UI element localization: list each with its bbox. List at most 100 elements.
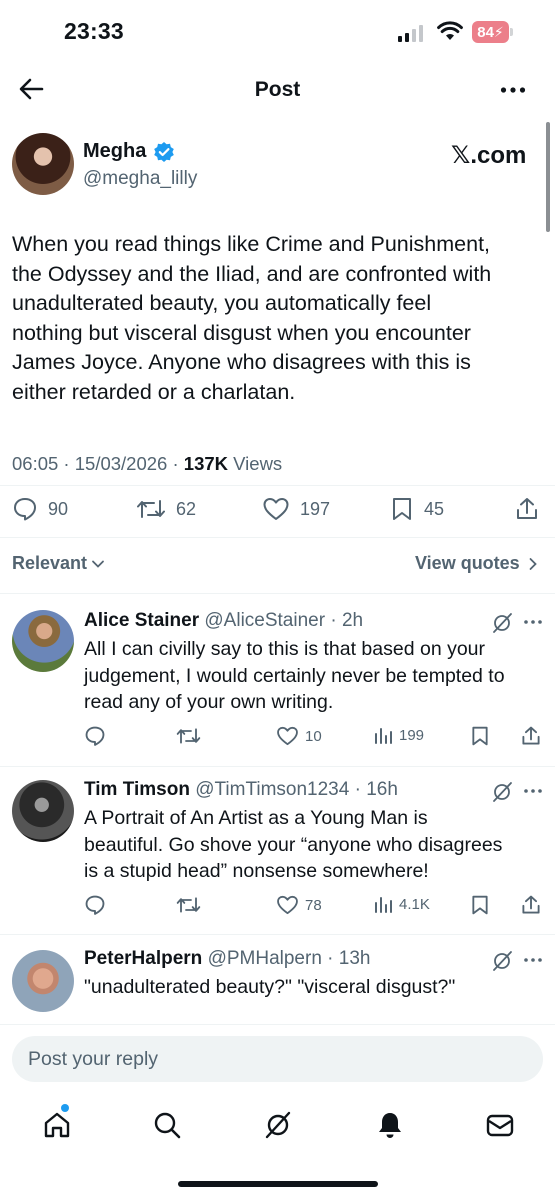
- bookmark-count: 45: [424, 498, 445, 519]
- reply-like-button[interactable]: 78: [276, 894, 322, 916]
- like-count: 197: [300, 498, 331, 519]
- reply-count: 90: [48, 498, 69, 519]
- grok-icon[interactable]: [491, 781, 513, 803]
- reply-repost-button[interactable]: [176, 725, 201, 747]
- reply-more-icon[interactable]: [523, 956, 543, 964]
- reply-header: PeterHalpern @PMHalpern · 13h: [84, 948, 371, 969]
- bookmark-icon: [472, 726, 488, 746]
- repost-icon: [176, 897, 201, 913]
- heart-icon: [277, 726, 298, 746]
- bookmark-button[interactable]: 45: [390, 496, 444, 522]
- repost-icon: [176, 728, 201, 744]
- verified-badge-icon: [153, 141, 175, 163]
- search-icon[interactable]: [152, 1110, 182, 1140]
- reply-text-line: All I can civilly say to this is that ba…: [84, 638, 486, 660]
- reply-avatar[interactable]: [12, 610, 74, 672]
- bookmark-icon: [393, 498, 411, 520]
- divider: [0, 485, 555, 486]
- chevron-down-icon: [92, 560, 104, 568]
- scrollbar[interactable]: [546, 122, 550, 232]
- reply-author-name[interactable]: Alice Stainer: [84, 610, 199, 631]
- reply-comment-button[interactable]: [84, 725, 106, 747]
- repost-count: 62: [176, 498, 197, 519]
- reply-share-icon[interactable]: [520, 725, 542, 747]
- repost-button[interactable]: 62: [136, 496, 196, 522]
- author-avatar[interactable]: [12, 133, 74, 195]
- reply-share-icon[interactable]: [520, 894, 542, 916]
- post-text-line: When you read things like Crime and Puni…: [12, 232, 491, 256]
- reply-text: "unadulterated beauty?" "visceral disgus…: [84, 974, 455, 1001]
- reply-age: 2h: [341, 610, 364, 631]
- author-name[interactable]: Megha: [83, 140, 146, 163]
- divider: [0, 1024, 555, 1025]
- post-date: 15/03/2026: [74, 453, 168, 474]
- grok-icon[interactable]: [491, 612, 513, 634]
- bell-icon[interactable]: [375, 1110, 405, 1140]
- reply-like-count: 10: [305, 727, 322, 745]
- page-title: Post: [254, 78, 301, 101]
- reply-author-name[interactable]: PeterHalpern: [84, 948, 202, 969]
- like-button[interactable]: 197: [262, 496, 330, 522]
- reply-bookmark-button[interactable]: [470, 725, 490, 747]
- reply-text: All I can civilly say to this is that ba…: [84, 636, 505, 716]
- reply-button[interactable]: 90: [12, 496, 68, 522]
- reply-input-placeholder: Post your reply: [28, 1047, 159, 1070]
- reply-avatar[interactable]: [12, 780, 74, 842]
- analytics-icon: [375, 728, 392, 744]
- mail-icon[interactable]: [485, 1110, 515, 1140]
- reply-more-icon[interactable]: [523, 787, 543, 795]
- divider: [0, 537, 555, 538]
- battery-tip: [510, 28, 513, 36]
- reply-header: Alice Stainer @AliceStainer · 2h: [84, 610, 364, 631]
- reply-text-line: A Portrait of An Artist as a Young Man i…: [84, 807, 428, 829]
- post-time: 06:05: [12, 453, 59, 474]
- reply-like-count: 78: [305, 896, 322, 914]
- status-time: 23:33: [64, 18, 124, 44]
- sort-dropdown[interactable]: Relevant: [12, 553, 105, 574]
- view-quotes-link[interactable]: View quotes: [415, 553, 538, 574]
- home-icon[interactable]: [42, 1110, 72, 1140]
- heart-icon: [263, 498, 289, 520]
- reply-author-handle[interactable]: @PMHalpern: [208, 948, 322, 969]
- views-label: Views: [233, 453, 283, 474]
- reply-text-line: "unadulterated beauty?" "visceral disgus…: [84, 976, 456, 998]
- reply-age: 16h: [366, 779, 398, 800]
- reply-age: 13h: [338, 948, 371, 969]
- views-count[interactable]: 137K: [184, 453, 228, 474]
- reply-header: Tim Timson @TimTimson1234 · 16h: [84, 779, 398, 800]
- reply-like-button[interactable]: 10: [276, 725, 322, 747]
- reply-view-count: 199: [399, 726, 425, 744]
- chevron-right-icon: [529, 557, 537, 570]
- reply-views-button[interactable]: 199: [373, 725, 424, 745]
- post-text-line: nothing but visceral disgust when you en…: [12, 320, 471, 345]
- notification-dot: [61, 1104, 69, 1112]
- reply-bookmark-button[interactable]: [470, 894, 490, 916]
- reply-author-handle[interactable]: @TimTimson1234: [195, 779, 349, 800]
- reply-author-handle[interactable]: @AliceStainer: [204, 610, 325, 631]
- reply-icon: [14, 498, 36, 521]
- post-text-line: either retarded or a charlatan.: [12, 379, 296, 404]
- reply-views-button[interactable]: 4.1K: [373, 894, 430, 914]
- analytics-icon: [375, 897, 392, 913]
- reply-avatar[interactable]: [12, 950, 74, 1012]
- reply-text-line: beautiful. Go shove your “anyone who dis…: [84, 833, 503, 856]
- reply-comment-button[interactable]: [84, 894, 106, 916]
- reply-view-count: 4.1K: [399, 895, 430, 913]
- reply-repost-button[interactable]: [176, 894, 201, 916]
- divider: [0, 593, 555, 594]
- share-icon[interactable]: [514, 496, 540, 522]
- more-icon[interactable]: [500, 80, 526, 100]
- author-handle[interactable]: @megha_lilly: [83, 168, 197, 190]
- reply-author-name[interactable]: Tim Timson: [84, 779, 190, 800]
- grok-nav-icon[interactable]: [263, 1110, 293, 1140]
- reply-text-line: judgement, I would certainly never be te…: [84, 664, 505, 687]
- reply-more-icon[interactable]: [523, 618, 543, 626]
- grok-icon[interactable]: [491, 950, 513, 972]
- reply-input[interactable]: Post your reply: [12, 1036, 543, 1082]
- reply-text: A Portrait of An Artist as a Young Man i…: [84, 805, 502, 885]
- reply-text-line: read any of your own writing.: [84, 691, 334, 713]
- post-text-line: James Joyce. Anyone who disagrees with t…: [12, 350, 471, 374]
- repost-icon: [137, 500, 165, 518]
- home-indicator[interactable]: [178, 1181, 378, 1187]
- xcom-label: 𝕏.com: [451, 142, 527, 169]
